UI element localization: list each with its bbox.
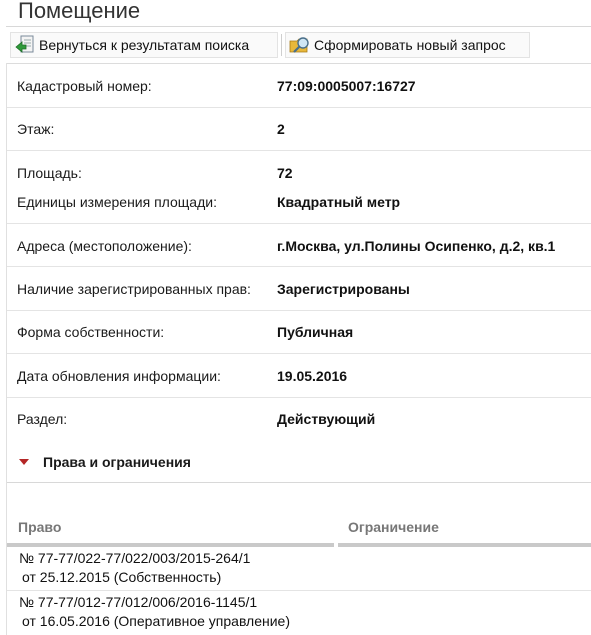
back-to-results-label: Вернуться к результатам поиска <box>39 37 250 53</box>
field-value: 19.05.2016 <box>277 368 348 384</box>
column-header-bar <box>7 543 334 547</box>
search-folder-icon <box>289 34 311 56</box>
back-document-icon <box>14 34 36 56</box>
field-label: Адреса (местоположение): <box>17 238 192 254</box>
field-label: Кадастровый номер: <box>17 78 152 94</box>
field-label: Форма собственности: <box>17 324 165 340</box>
right-number: № 77-77/012-77/012/006/2016-1145/1 <box>19 594 258 610</box>
field-row-address: Адреса (местоположение): г.Москва, ул.По… <box>7 224 591 267</box>
field-row-cadastral: Кадастровый номер: 77:09:0005007:16727 <box>7 64 591 108</box>
column-header-bar <box>338 543 591 547</box>
new-request-label: Сформировать новый запрос <box>314 37 506 53</box>
field-row-ownership: Форма собственности: Публичная <box>7 311 591 354</box>
table-row: № 77-77/022-77/022/003/2015-264/1 от 25.… <box>7 548 591 591</box>
field-value: 2 <box>277 121 285 137</box>
rights-section-title: Права и ограничения <box>43 454 191 470</box>
field-row-updated: Дата обновления информации: 19.05.2016 <box>7 354 591 398</box>
right-date-type: от 25.12.2015 (Собственность) <box>22 569 222 585</box>
field-row-area: Площадь: 72 Единицы измерения площади: К… <box>7 151 591 224</box>
field-value: Квадратный метр <box>277 194 401 210</box>
page-title: Помещение <box>18 0 141 23</box>
field-label: Дата обновления информации: <box>17 368 221 384</box>
new-request-button[interactable]: Сформировать новый запрос <box>285 32 530 58</box>
rights-section-toggle[interactable]: Права и ограничения <box>7 441 591 483</box>
field-value: Действующий <box>277 411 376 427</box>
collapse-triangle-icon <box>19 459 29 465</box>
field-label: Наличие зарегистрированных прав: <box>17 281 251 297</box>
field-label: Единицы измерения площади: <box>17 194 217 210</box>
table-row: № 77-77/012-77/012/006/2016-1145/1 от 16… <box>7 591 591 635</box>
right-number: № 77-77/022-77/022/003/2015-264/1 <box>19 550 251 566</box>
field-label: Этаж: <box>17 121 55 137</box>
title-divider <box>6 26 591 27</box>
right-date-type: от 16.05.2016 (Оперативное управление) <box>22 613 291 629</box>
field-value: г.Москва, ул.Полины Осипенко, д.2, кв.1 <box>277 238 556 254</box>
field-value: 77:09:0005007:16727 <box>277 78 416 94</box>
field-label: Площадь: <box>17 165 82 181</box>
field-value: 72 <box>277 165 293 181</box>
field-row-floor: Этаж: 2 <box>7 108 591 151</box>
toolbar: Вернуться к результатам поиска Сформиров… <box>6 28 591 64</box>
toolbar-separator <box>281 34 282 56</box>
rights-table-header: Право Ограничение <box>7 515 591 543</box>
field-value: Зарегистрированы <box>277 281 410 297</box>
field-value: Публичная <box>277 324 354 340</box>
column-header-right: Право <box>18 519 62 535</box>
field-row-section: Раздел: Действующий <box>7 398 591 440</box>
property-details-page: Помещение Вернуться к результатам поиска <box>0 0 591 635</box>
field-row-rights: Наличие зарегистрированных прав: Зарегис… <box>7 267 591 311</box>
column-header-restriction: Ограничение <box>348 519 439 535</box>
back-to-results-button[interactable]: Вернуться к результатам поиска <box>10 32 278 58</box>
field-label: Раздел: <box>17 411 68 427</box>
